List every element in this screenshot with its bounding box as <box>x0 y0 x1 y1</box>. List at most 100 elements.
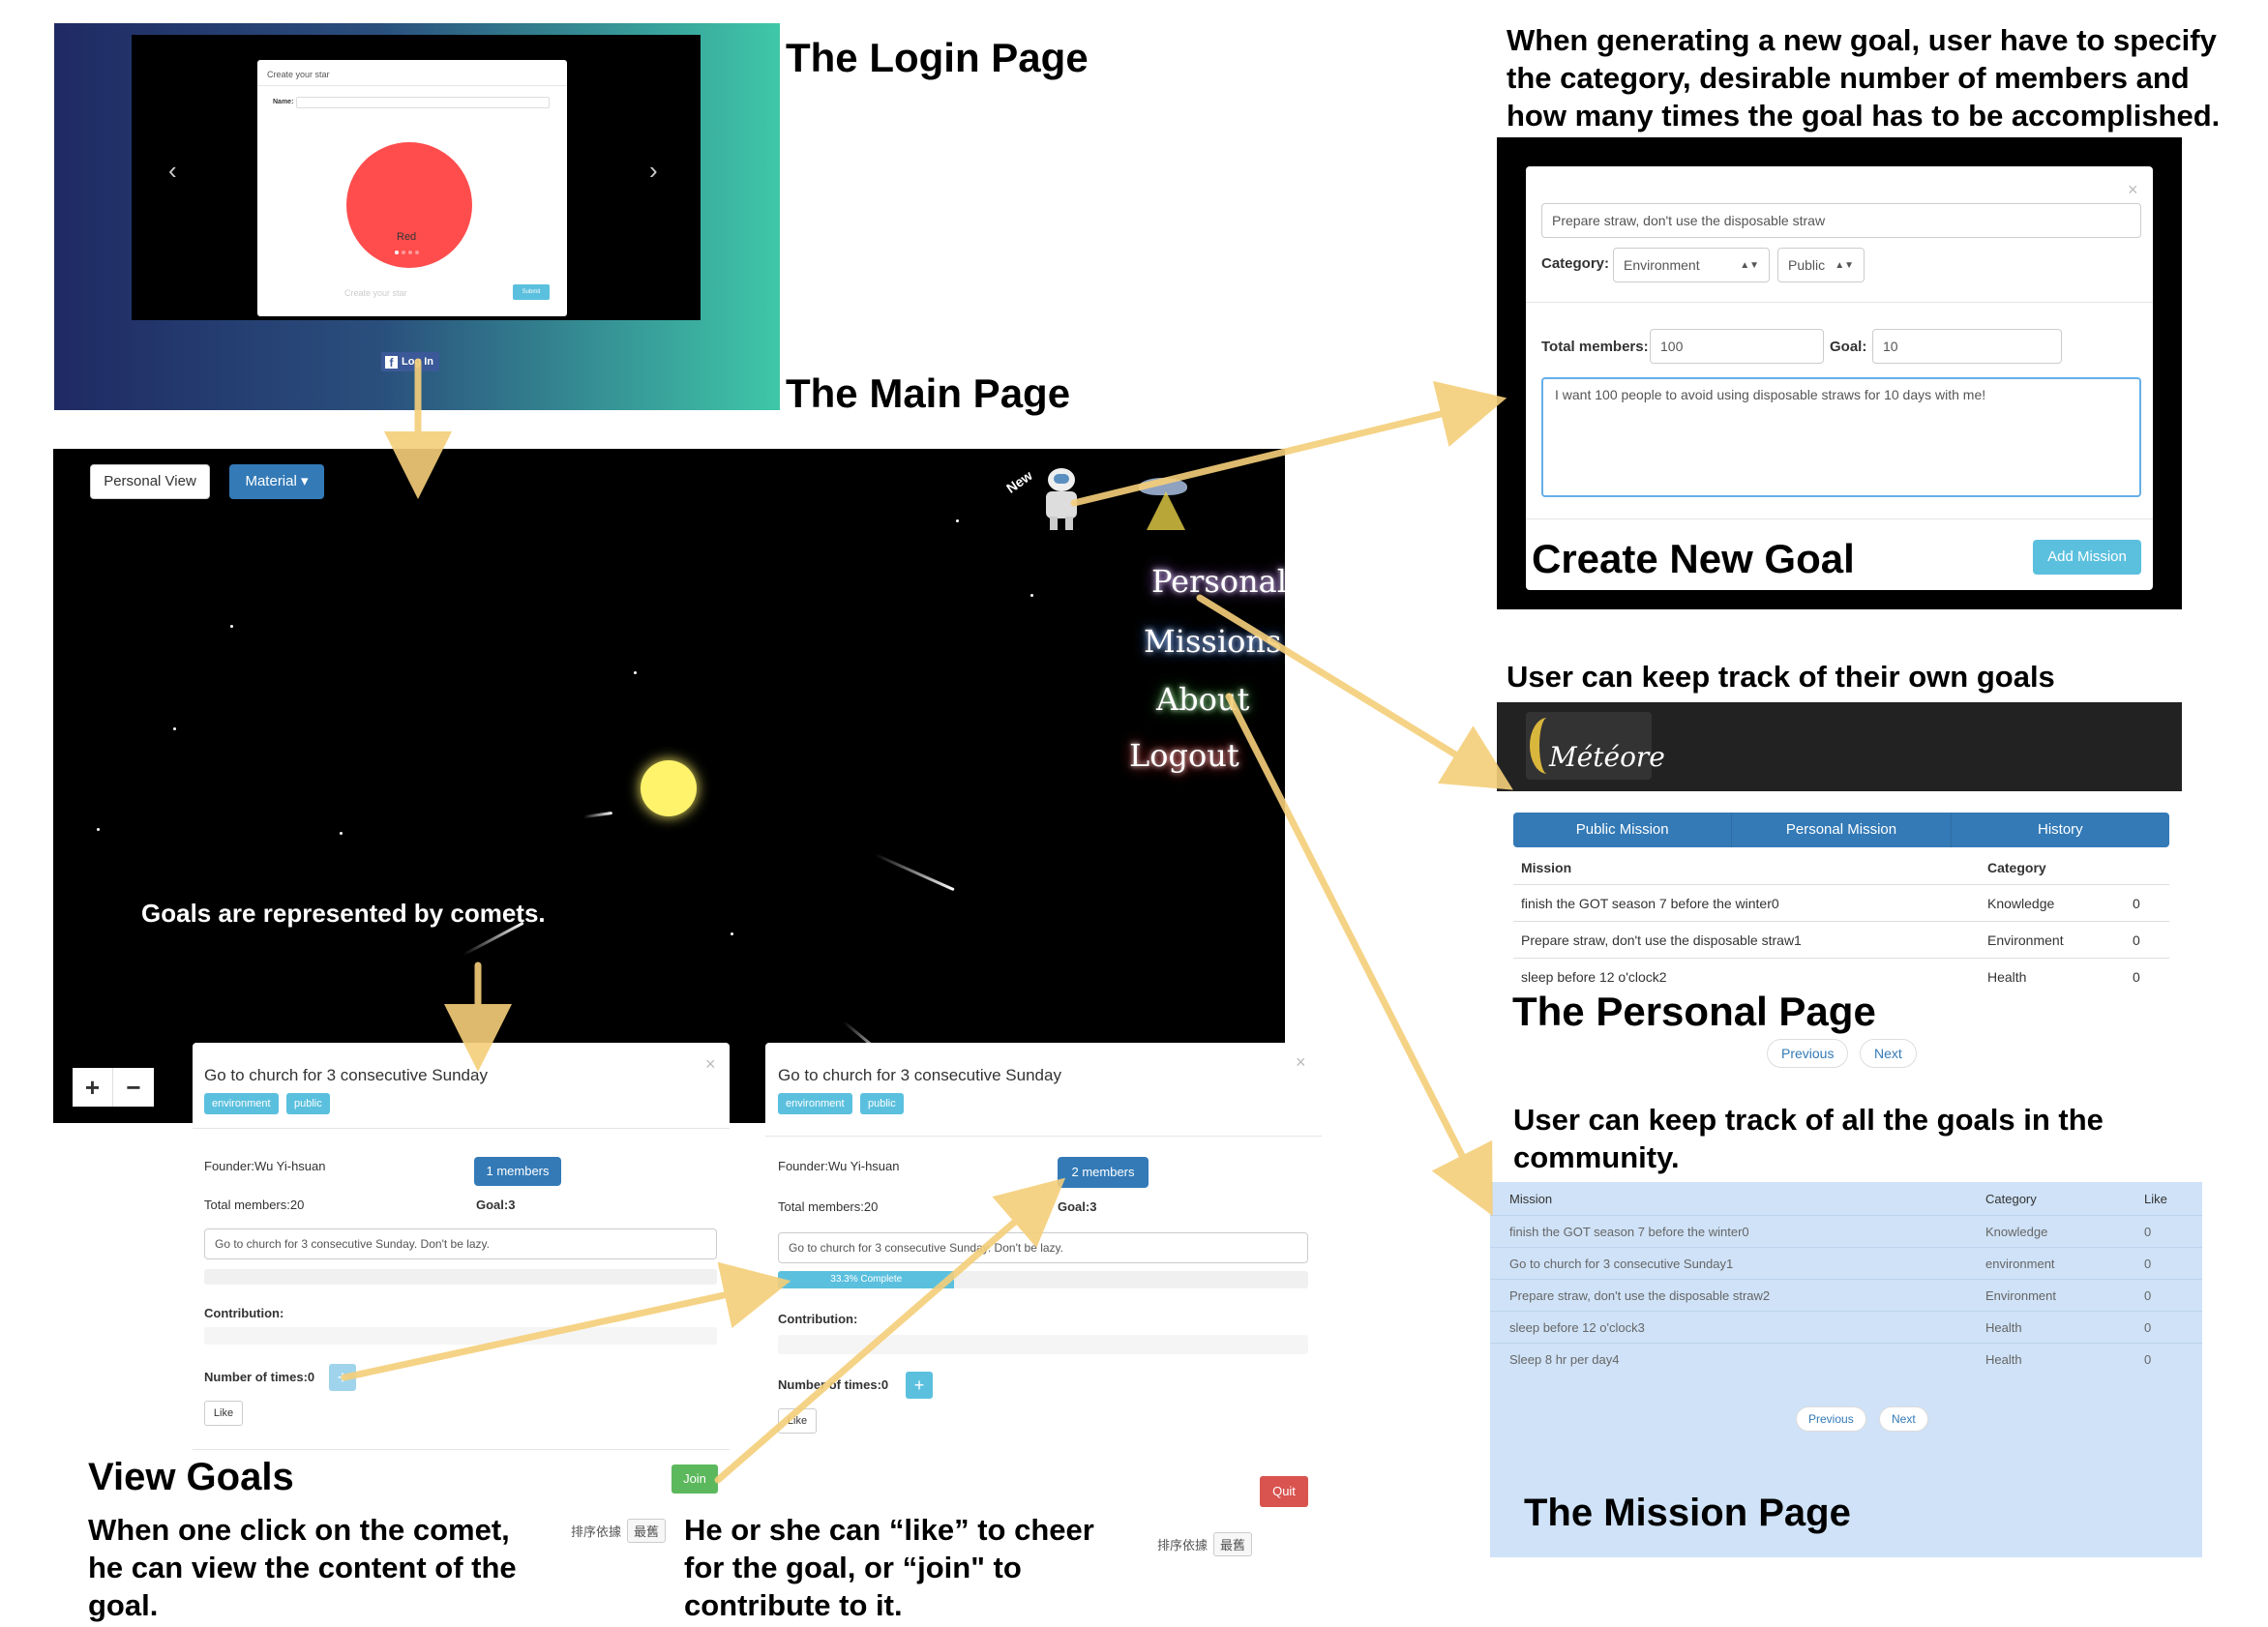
table-header: Mission Category Like <box>1490 1182 2202 1215</box>
sort-select[interactable]: 最舊 <box>1213 1532 1253 1556</box>
menu-logout[interactable]: Logout <box>1129 737 1239 774</box>
row-mission: finish the GOT season 7 before the winte… <box>1521 895 1779 911</box>
name-label: Name: <box>273 99 294 105</box>
contribution-field[interactable] <box>204 1327 717 1345</box>
mission-title: The Mission Page <box>1524 1492 1851 1534</box>
goal-description-input[interactable]: Go to church for 3 consecutive Sunday. D… <box>778 1232 1308 1263</box>
name-input[interactable] <box>296 97 550 108</box>
personal-next-button[interactable]: Next <box>1860 1039 1917 1068</box>
total-members-input[interactable]: 100 <box>1650 329 1824 364</box>
row-mission: finish the GOT season 7 before the winte… <box>1509 1224 1749 1239</box>
table-row[interactable]: sleep before 12 o'clock3 Health 0 <box>1490 1311 2202 1343</box>
table-row[interactable]: Sleep 8 hr per day4 Health 0 <box>1490 1343 2202 1375</box>
sort-select[interactable]: 最舊 <box>627 1519 667 1543</box>
row-category: environment <box>1985 1256 2055 1271</box>
mission-description: User can keep track of all the goals in … <box>1513 1103 2104 1174</box>
personal-title: The Personal Page <box>1512 989 1876 1034</box>
goal-title: Go to church for 3 consecutive Sunday <box>204 1066 488 1084</box>
sort-control-a: 排序依據 最舊 <box>571 1519 667 1543</box>
category-label: Category: <box>1541 255 1610 272</box>
founder-text: Founder:Wu Yi-hsuan <box>778 1159 900 1173</box>
table-row[interactable]: Prepare straw, don't use the disposable … <box>1513 921 2169 958</box>
like-button[interactable]: Like <box>778 1408 817 1434</box>
facebook-icon: f <box>385 355 398 370</box>
red-star-preview[interactable]: Red <box>346 142 472 268</box>
members-button[interactable]: 2 members <box>1058 1157 1149 1188</box>
create-goal-modal: × Prepare straw, don't use the disposabl… <box>1526 166 2153 590</box>
category-select[interactable]: Environment ▲▼ <box>1613 248 1770 282</box>
main-page-screenshot: Personal View Material ▾ New Personal Mi… <box>53 449 1285 1123</box>
personal-view-button[interactable]: Personal View <box>90 464 210 499</box>
members-button[interactable]: 1 members <box>474 1157 561 1186</box>
mission-page-screenshot: Mission Category Like finish the GOT sea… <box>1490 1182 2202 1557</box>
mission-previous-button[interactable]: Previous <box>1796 1406 1866 1432</box>
goal-count-input[interactable]: 10 <box>1872 329 2062 364</box>
close-icon[interactable]: × <box>705 1054 716 1075</box>
row-mission: sleep before 12 o'clock2 <box>1521 968 1667 985</box>
plus-button[interactable]: + <box>906 1372 933 1399</box>
goal-tags: environment public <box>778 1093 908 1114</box>
category-value: Environment <box>1624 257 1700 273</box>
facebook-login-button[interactable]: f Log In <box>381 352 439 371</box>
goal-title: Go to church for 3 consecutive Sunday <box>778 1066 1061 1084</box>
meteore-logo: Météore <box>1526 712 1665 780</box>
tag-category: environment <box>778 1093 852 1114</box>
login-carousel: ‹ › Create your star Name: Red Create yo… <box>132 35 701 320</box>
row-mission: Sleep 8 hr per day4 <box>1509 1351 1620 1367</box>
login-page-screenshot: ‹ › Create your star Name: Red Create yo… <box>54 23 780 410</box>
progress-text: 33.3% Complete <box>830 1274 903 1285</box>
goal-title-input[interactable]: Prepare straw, don't use the disposable … <box>1541 203 2141 238</box>
login-caption: The Login Page <box>786 35 1089 80</box>
table-row[interactable]: finish the GOT season 7 before the winte… <box>1513 884 2169 921</box>
row-category: Knowledge <box>1985 1224 2048 1239</box>
contribution-field[interactable] <box>778 1335 1308 1354</box>
submit-button[interactable]: Submit <box>513 284 550 300</box>
add-mission-button[interactable]: Add Mission <box>2033 540 2141 575</box>
close-icon[interactable]: × <box>2128 180 2138 200</box>
comet[interactable] <box>582 811 613 819</box>
like-join-description: He or she can “like” to cheer for the go… <box>684 1513 1094 1622</box>
mission-next-button[interactable]: Next <box>1879 1406 1928 1432</box>
progress-bar: 33.3% Complete <box>778 1271 1308 1288</box>
view-goals-description: When one click on the comet, he can view… <box>88 1513 517 1622</box>
row-category: Health <box>1985 1351 2022 1367</box>
astronaut-icon[interactable] <box>1036 468 1085 530</box>
table-row[interactable]: Go to church for 3 consecutive Sunday1 e… <box>1490 1247 2202 1279</box>
modal-divider <box>193 1128 730 1129</box>
close-icon[interactable]: × <box>1296 1052 1306 1073</box>
tab-personal-mission[interactable]: Personal Mission <box>1732 813 1952 847</box>
menu-personal[interactable]: Personal <box>1151 563 1285 600</box>
plus-button[interactable]: + <box>329 1364 356 1391</box>
like-button[interactable]: Like <box>204 1401 243 1426</box>
carousel-prev-icon[interactable]: ‹ <box>168 156 177 186</box>
star-indicator-dots <box>395 251 424 254</box>
tab-history[interactable]: History <box>1952 813 2169 847</box>
create-star-input[interactable]: Create your star <box>344 288 407 298</box>
zoom-out-button[interactable]: − <box>113 1068 154 1107</box>
row-like: 0 <box>2144 1224 2152 1239</box>
zoom-in-button[interactable]: + <box>73 1068 113 1107</box>
table-row[interactable]: finish the GOT season 7 before the winte… <box>1490 1215 2202 1247</box>
column-category: Category <box>1987 860 2046 875</box>
join-button[interactable]: Join <box>671 1464 718 1494</box>
goal-description-textarea[interactable]: I want 100 people to avoid using disposa… <box>1541 377 2141 497</box>
sort-label: 排序依據 <box>571 1524 622 1539</box>
goal-description-input[interactable]: Go to church for 3 consecutive Sunday. D… <box>204 1228 717 1259</box>
tab-public-mission[interactable]: Public Mission <box>1513 813 1733 847</box>
goal-modal-view: Go to church for 3 consecutive Sunday × … <box>193 1043 730 1450</box>
menu-about[interactable]: About <box>1156 681 1249 718</box>
table-row[interactable]: Prepare straw, don't use the disposable … <box>1490 1279 2202 1311</box>
personal-previous-button[interactable]: Previous <box>1767 1039 1849 1068</box>
contribution-label: Contribution: <box>204 1306 284 1320</box>
comet[interactable] <box>874 852 955 892</box>
create-goal-description: When generating a new goal, user have to… <box>1507 23 2221 133</box>
visibility-select[interactable]: Public ▲▼ <box>1777 248 1865 282</box>
quit-button[interactable]: Quit <box>1260 1476 1308 1507</box>
ufo-icon[interactable] <box>1127 478 1205 536</box>
column-category: Category <box>1985 1191 2037 1206</box>
material-dropdown[interactable]: Material ▾ <box>229 464 324 499</box>
carousel-next-icon[interactable]: › <box>649 156 658 186</box>
menu-missions[interactable]: Missions <box>1144 623 1281 660</box>
sort-label: 排序依據 <box>1157 1538 1209 1553</box>
sun[interactable] <box>641 760 697 816</box>
